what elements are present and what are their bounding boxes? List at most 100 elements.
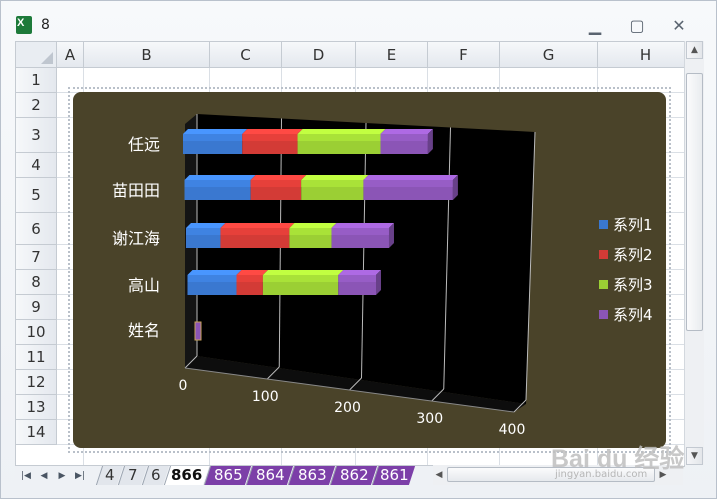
sheet-tab-861[interactable]: 861: [371, 466, 416, 485]
select-all-corner[interactable]: [16, 42, 57, 68]
bar-segment-highlight: [242, 134, 298, 141]
bar-segment-highlight: [289, 228, 332, 235]
scroll-left-icon[interactable]: ◀: [433, 467, 445, 483]
sheet-tab-label: 866: [171, 466, 203, 484]
legend-swatch: [599, 280, 608, 289]
row-header-3[interactable]: 3: [16, 118, 57, 153]
legend-swatch: [599, 220, 608, 229]
bar-top-face: [242, 129, 303, 134]
category-label: 高山: [128, 276, 160, 295]
last-sheet-icon[interactable]: ▶|: [73, 468, 87, 484]
row-header-6[interactable]: 6: [16, 213, 57, 245]
bar-segment-highlight: [220, 228, 290, 235]
x-tick-label: 400: [499, 422, 526, 438]
column-header-g[interactable]: G: [500, 42, 598, 68]
minimize-button[interactable]: ▁: [583, 15, 607, 37]
column-header-e[interactable]: E: [356, 42, 428, 68]
row-header-5[interactable]: 5: [16, 178, 57, 213]
bar-top-face: [380, 129, 433, 134]
bar-top-face: [184, 175, 256, 180]
x-tick-label: 200: [334, 400, 361, 416]
column-header-c[interactable]: C: [210, 42, 282, 68]
row-header-14[interactable]: 14: [16, 420, 57, 445]
bar-segment-highlight: [363, 180, 453, 187]
bar-top-face: [186, 223, 226, 228]
legend-swatch: [599, 310, 608, 319]
column-header-b[interactable]: B: [84, 42, 210, 68]
bar-top-face: [183, 129, 248, 134]
row-header-11[interactable]: 11: [16, 345, 57, 370]
bar-segment-highlight: [250, 180, 302, 187]
legend-entry: 系列1: [613, 216, 653, 234]
prev-sheet-icon[interactable]: ◀: [37, 468, 51, 484]
sheet-tab-866[interactable]: 866: [163, 466, 210, 485]
column-header-h[interactable]: H: [598, 42, 684, 68]
column-header-a[interactable]: A: [57, 42, 84, 68]
sheet-tab-label: 7: [128, 466, 138, 484]
sheet-tab-864[interactable]: 864: [245, 466, 294, 485]
bar-top-face: [338, 270, 381, 275]
sheet-tab-label: 4: [105, 466, 115, 484]
bar-top-face: [220, 223, 295, 228]
bar-segment-highlight: [380, 134, 428, 141]
category-label: 姓名: [128, 321, 160, 340]
bar-top-face: [236, 270, 268, 275]
sheet-tab-label: 6: [151, 466, 161, 484]
row-header-4[interactable]: 4: [16, 153, 57, 178]
row-header-7[interactable]: 7: [16, 245, 57, 270]
column-header-f[interactable]: F: [428, 42, 500, 68]
window-title: 8: [41, 17, 50, 33]
sheet-tab-862[interactable]: 862: [329, 466, 378, 485]
spreadsheet-grid: ABCDEFGH 1 2 3 4 5 6 7 8 9 10 11 12 13 14 0 100 200 300 4…: [15, 41, 685, 467]
column-header-d[interactable]: D: [282, 42, 356, 68]
title-bar: X 8 ▁ ▢ ✕: [1, 1, 716, 41]
row-header-9[interactable]: 9: [16, 295, 57, 320]
vertical-scroll-thumb[interactable]: [686, 73, 703, 331]
sheet-tab-label: 861: [379, 466, 409, 484]
next-sheet-icon[interactable]: ▶: [55, 468, 69, 484]
x-tick-label: 0: [179, 378, 188, 394]
legend-entry: 系列3: [613, 276, 653, 294]
category-label: 任远: [128, 135, 160, 154]
row-header-12[interactable]: 12: [16, 370, 57, 395]
bar-segment-highlight: [186, 228, 221, 235]
close-button[interactable]: ✕: [667, 15, 691, 37]
category-label: 谢江海: [112, 229, 160, 248]
legend-entry: 系列2: [613, 246, 653, 264]
sheet-tab-label: 862: [339, 466, 369, 484]
bar-top-face: [301, 175, 369, 180]
bar-segment-highlight: [262, 275, 339, 282]
bar-segment-highlight: [338, 275, 376, 282]
maximize-button[interactable]: ▢: [625, 15, 649, 37]
sheet-tab-label: 865: [213, 466, 243, 484]
bar-top-face: [297, 129, 386, 134]
scroll-up-icon[interactable]: ▲: [686, 41, 703, 59]
bar-top-face: [331, 223, 394, 228]
x-tick-label: 300: [416, 411, 443, 427]
excel-icon: X: [16, 16, 32, 34]
first-sheet-icon[interactable]: |◀: [19, 468, 33, 484]
sheet-tab-863[interactable]: 863: [287, 466, 336, 485]
vertical-scrollbar[interactable]: ▲ ▼: [684, 41, 704, 465]
bar-segment-highlight: [236, 275, 263, 282]
excel-window: X 8 ▁ ▢ ✕ ABCDEFGH 1 2 3 4 5 6 7 8 9 10 11 12 13 14 0…: [0, 0, 717, 499]
sheet-tab-label: 863: [297, 466, 327, 484]
sheet-tab-label: 864: [255, 466, 285, 484]
bar-top-face: [262, 270, 344, 275]
bar-top-face: [289, 223, 337, 228]
bar-segment-stub: [194, 321, 202, 341]
sheet-tab-865[interactable]: 865: [203, 466, 252, 485]
row-header-8[interactable]: 8: [16, 270, 57, 295]
legend-swatch: [599, 250, 608, 259]
row-header-13[interactable]: 13: [16, 395, 57, 420]
chart-selection-frame[interactable]: 0 100 200 300 400 任远 苗田田 谢江海 高山 姓名 系列1 系列2 系列3 系列4: [68, 87, 671, 453]
row-header-2[interactable]: 2: [16, 93, 57, 118]
bar-segment-highlight: [331, 228, 389, 235]
chart-area[interactable]: 0 100 200 300 400 任远 苗田田 谢江海 高山 姓名 系列1 系列2 系列3 系列4: [73, 92, 666, 448]
legend-entry: 系列4: [613, 306, 653, 324]
bar-segment-highlight: [183, 134, 243, 141]
bar-top-face: [250, 175, 307, 180]
category-label: 苗田田: [112, 181, 160, 200]
row-header-10[interactable]: 10: [16, 320, 57, 345]
row-header-1[interactable]: 1: [16, 68, 57, 93]
